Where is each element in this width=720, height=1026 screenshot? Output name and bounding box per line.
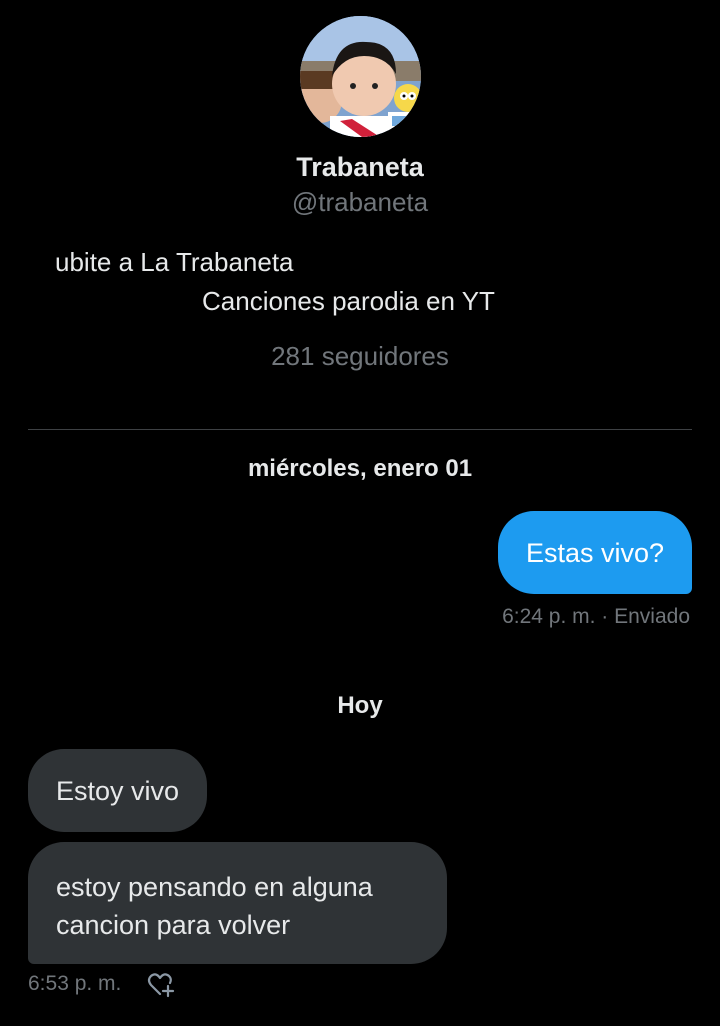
- received-message-bubble[interactable]: estoy pensando en alguna cancion para vo…: [28, 842, 447, 964]
- profile-avatar[interactable]: [300, 16, 421, 137]
- profile-bio-line-1: ubite a La Trabaneta: [55, 247, 294, 277]
- followers-count[interactable]: 281 seguidores: [0, 341, 720, 372]
- heart-add-icon[interactable]: [146, 970, 176, 1000]
- received-message-bubble[interactable]: Estoy vivo: [28, 749, 208, 832]
- profile-divider: [28, 429, 692, 430]
- profile-name[interactable]: Trabaneta: [0, 152, 720, 183]
- date-separator-today: Hoy: [337, 692, 383, 719]
- profile-handle[interactable]: @trabaneta: [0, 187, 720, 218]
- date-separator: miércoles, enero 01: [247, 455, 473, 482]
- sent-message-bubble[interactable]: Estas vivo?: [497, 511, 692, 594]
- received-message-meta: 6:53 p. m.: [28, 972, 122, 995]
- profile-bio-line-2: Canciones parodia en YT: [202, 286, 495, 316]
- sent-message-meta: 6:24 p. m. · Enviado: [502, 605, 690, 628]
